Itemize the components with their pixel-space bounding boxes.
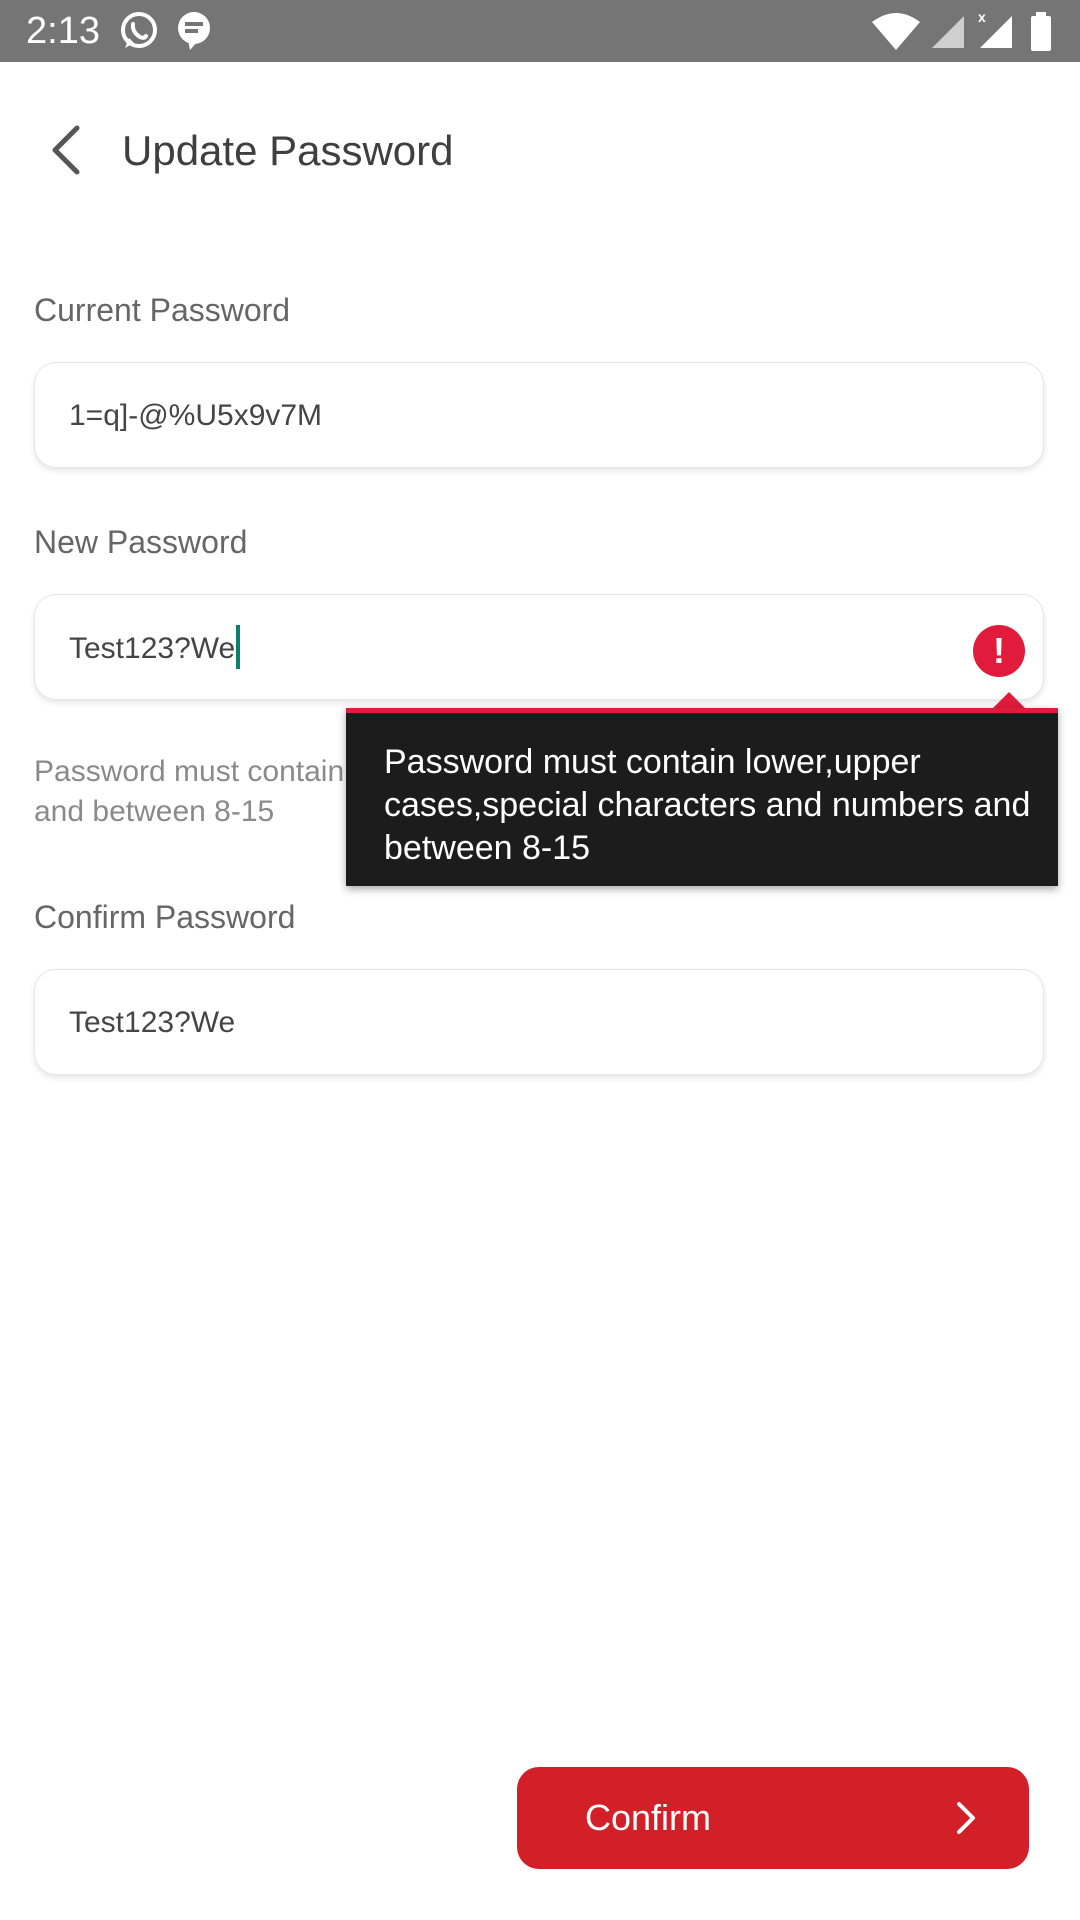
confirm-button[interactable]: Confirm [517,1767,1029,1869]
wifi-icon [870,12,922,57]
status-time: 2:13 [26,10,100,52]
error-tooltip: Password must contain lower,upper cases,… [346,708,1058,886]
signal-no-service-icon: x [976,8,1014,55]
confirm-password-label: Confirm Password [34,899,296,935]
chevron-left-icon [49,124,83,181]
confirm-button-label: Confirm [585,1797,712,1838]
back-button[interactable] [38,118,94,186]
confirm-password-field[interactable]: Test123?We [34,969,1044,1075]
battery-icon [1030,12,1052,57]
new-password-value-wrap: Test123?We [69,625,241,672]
tooltip-arrow [993,692,1025,708]
status-bar: 2:13 x [0,0,1080,62]
current-password-field[interactable]: 1=q]-@%U5x9v7M [34,362,1044,468]
new-password-value: Test123?We [69,631,236,665]
confirm-password-value: Test123?We [69,1006,236,1039]
signal-icon [930,14,966,55]
exclamation-icon[interactable]: ! [973,625,1025,677]
chevron-right-icon [955,1800,977,1841]
current-password-label: Current Password [34,292,291,328]
chat-bubble-icon [174,10,214,57]
text-caret [236,625,241,669]
new-password-label: New Password [34,524,248,560]
svg-text:x: x [978,9,986,25]
current-password-value: 1=q]-@%U5x9v7M [69,399,323,432]
whatsapp-icon [118,10,160,57]
new-password-field[interactable]: Test123?We ! [34,594,1044,700]
page-title: Update Password [122,127,454,174]
